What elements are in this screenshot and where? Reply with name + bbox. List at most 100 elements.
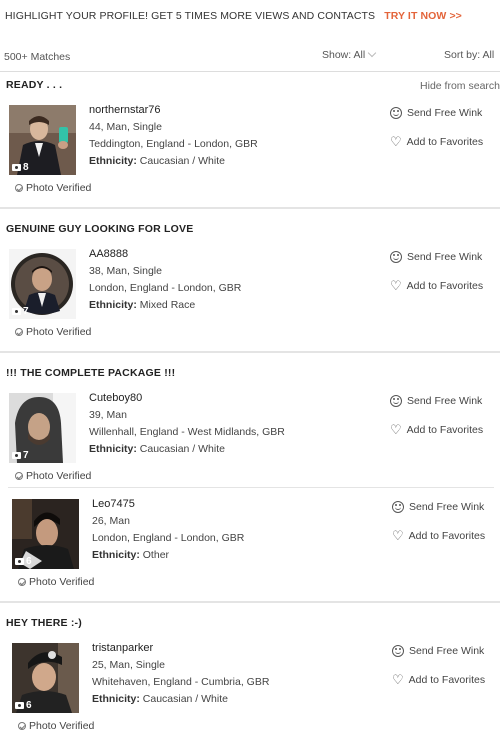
photo-verified-badge: Photo Verified (15, 182, 91, 194)
profile-ethnicity: Other (142, 549, 170, 561)
ethnicity-label: Ethnicity: (89, 155, 137, 167)
photo-verified-badge: Photo Verified (18, 720, 94, 732)
add-favorites-button[interactable]: ♡ Add to Favorites (392, 528, 485, 543)
smile-icon (390, 251, 402, 263)
show-label: Show: (322, 49, 352, 61)
camera-icon (12, 452, 21, 459)
heart-icon: ♡ (390, 422, 402, 437)
chevron-down-icon (367, 48, 377, 58)
profile-username[interactable]: northernstar76 (89, 102, 258, 119)
sort-label: Sort by: (444, 49, 481, 61)
profile-card: 6 Leo7475 26, Man London, England - Lond… (0, 497, 500, 597)
section-title: GENUINE GUY LOOKING FOR LOVE (6, 223, 194, 235)
promo-text: HIGHLIGHT YOUR PROFILE! GET 5 TIMES MORE… (5, 10, 376, 22)
show-value: All (353, 49, 366, 61)
ethnicity-label: Ethnicity: (89, 299, 137, 311)
photo-count: 6 (15, 556, 32, 567)
profile-info: Leo7475 26, Man London, England - London… (92, 496, 244, 564)
sort-dropdown[interactable]: Sort by: All (444, 49, 494, 61)
add-favorites-button[interactable]: ♡ Add to Favorites (390, 134, 483, 149)
profile-ethnicity: Caucasian / White (139, 155, 225, 167)
smile-icon (392, 501, 404, 513)
check-icon (15, 328, 23, 336)
profile-username[interactable]: Cuteboy80 (89, 390, 285, 407)
section-divider (0, 601, 500, 603)
photo-count: 6 (15, 700, 32, 711)
ethnicity-label: Ethnicity: (92, 549, 140, 561)
profile-photo[interactable]: 7 (9, 393, 76, 463)
profile-info: Cuteboy80 39, Man Willenhall, England - … (89, 390, 285, 458)
profile-divider (8, 487, 494, 488)
profile-ethnicity: Caucasian / White (142, 693, 228, 705)
results-toolbar: 500+ Matches Show: All Sort by: All (0, 46, 500, 72)
sort-value: All (482, 49, 495, 61)
profile-location: Whitehaven, England - Cumbria, GBR (92, 676, 270, 688)
check-icon (18, 578, 26, 586)
profile-username[interactable]: tristanparker (92, 640, 269, 657)
send-wink-button[interactable]: Send Free Wink (392, 501, 484, 513)
profile-details: 25, Man, Single (92, 659, 165, 671)
profile-card: 8 northernstar76 44, Man, Single Tedding… (0, 103, 500, 203)
camera-icon (15, 558, 24, 565)
profile-details: 39, Man (89, 409, 127, 421)
check-icon (18, 722, 26, 730)
smile-icon (390, 107, 402, 119)
profile-photo[interactable]: 8 (9, 105, 76, 175)
profile-ethnicity: Caucasian / White (139, 443, 225, 455)
photo-count: 7 (12, 450, 29, 461)
profile-card: 7 Cuteboy80 39, Man Willenhall, England … (0, 391, 500, 491)
ethnicity-label: Ethnicity: (89, 443, 137, 455)
heart-icon: ♡ (390, 134, 402, 149)
profile-location: London, England - London, GBR (92, 532, 245, 544)
section-divider (0, 351, 500, 353)
profile-info: northernstar76 44, Man, Single Teddingto… (89, 102, 258, 170)
camera-icon (12, 164, 21, 171)
check-icon (15, 184, 23, 192)
smile-icon (390, 395, 402, 407)
smile-icon (392, 645, 404, 657)
show-filter-dropdown[interactable]: Show: All (322, 48, 377, 61)
profile-username[interactable]: AA8888 (89, 246, 241, 263)
profile-details: 38, Man, Single (89, 265, 162, 277)
hide-from-search-link[interactable]: Hide from search (420, 80, 500, 92)
profile-photo[interactable]: 6 (12, 643, 79, 713)
heart-icon: ♡ (392, 672, 404, 687)
heart-icon: ♡ (392, 528, 404, 543)
send-wink-button[interactable]: Send Free Wink (390, 251, 482, 263)
section-title: HEY THERE :-) (6, 617, 82, 629)
profile-photo[interactable]: 7 (9, 249, 76, 319)
profile-details: 44, Man, Single (89, 121, 162, 133)
photo-verified-badge: Photo Verified (18, 576, 94, 588)
camera-icon (15, 702, 24, 709)
photo-count: 7 (12, 306, 29, 317)
camera-icon (12, 308, 21, 315)
photo-count: 8 (12, 162, 29, 173)
add-favorites-button[interactable]: ♡ Add to Favorites (390, 422, 483, 437)
profile-location: Willenhall, England - West Midlands, GBR (89, 426, 285, 438)
profile-ethnicity: Mixed Race (139, 299, 196, 311)
photo-verified-badge: Photo Verified (15, 470, 91, 482)
profile-info: tristanparker 25, Man, Single Whitehaven… (92, 640, 269, 708)
add-favorites-button[interactable]: ♡ Add to Favorites (392, 672, 485, 687)
profile-card: 7 AA8888 38, Man, Single London, England… (0, 247, 500, 347)
profile-details: 26, Man (92, 515, 130, 527)
profile-photo[interactable]: 6 (12, 499, 79, 569)
send-wink-button[interactable]: Send Free Wink (390, 107, 482, 119)
profile-card: 6 tristanparker 25, Man, Single Whitehav… (0, 641, 500, 734)
add-favorites-button[interactable]: ♡ Add to Favorites (390, 278, 483, 293)
check-icon (15, 472, 23, 480)
heart-icon: ♡ (390, 278, 402, 293)
section-title: !!! THE COMPLETE PACKAGE !!! (6, 367, 176, 379)
profile-location: London, England - London, GBR (89, 282, 242, 294)
section-divider (0, 207, 500, 209)
promo-banner: HIGHLIGHT YOUR PROFILE! GET 5 TIMES MORE… (5, 10, 462, 22)
ethnicity-label: Ethnicity: (92, 693, 140, 705)
try-it-now-link[interactable]: TRY IT NOW >> (384, 10, 462, 22)
send-wink-button[interactable]: Send Free Wink (390, 395, 482, 407)
photo-verified-badge: Photo Verified (15, 326, 91, 338)
profile-info: AA8888 38, Man, Single London, England -… (89, 246, 241, 314)
section-title: READY . . . (6, 79, 63, 91)
match-count: 500+ Matches (4, 51, 71, 63)
send-wink-button[interactable]: Send Free Wink (392, 645, 484, 657)
profile-username[interactable]: Leo7475 (92, 496, 244, 513)
